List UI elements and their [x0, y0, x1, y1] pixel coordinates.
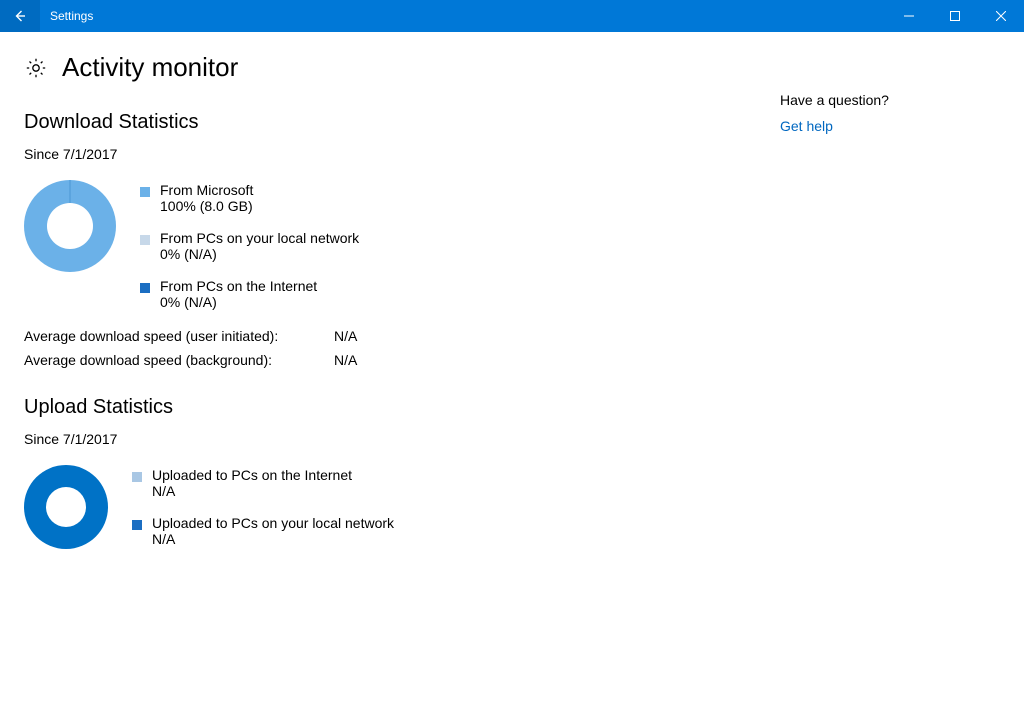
- legend-value: 0% (N/A): [160, 246, 359, 262]
- help-question: Have a question?: [780, 92, 1000, 108]
- help-sidebar: Have a question? Get help: [768, 52, 1000, 567]
- gear-icon: [24, 56, 48, 80]
- get-help-link[interactable]: Get help: [780, 118, 1000, 134]
- legend-item: Uploaded to PCs on your local network N/…: [132, 515, 394, 547]
- minimize-button[interactable]: [886, 0, 932, 32]
- speed-label: Average download speed (user initiated):: [24, 328, 334, 344]
- minimize-icon: [904, 11, 914, 21]
- download-donut-chart: [24, 180, 116, 272]
- legend-item: From PCs on the Internet 0% (N/A): [140, 278, 359, 310]
- legend-label: From PCs on your local network: [160, 230, 359, 246]
- download-heading: Download Statistics: [24, 111, 768, 134]
- legend-value: N/A: [152, 483, 352, 499]
- legend-item: From PCs on your local network 0% (N/A): [140, 230, 359, 262]
- legend-swatch: [140, 283, 150, 293]
- legend-swatch: [132, 520, 142, 530]
- page-title: Activity monitor: [62, 52, 238, 83]
- legend-label: From PCs on the Internet: [160, 278, 317, 294]
- download-since: Since 7/1/2017: [24, 146, 768, 162]
- legend-swatch: [132, 472, 142, 482]
- close-icon: [996, 11, 1006, 21]
- upload-since: Since 7/1/2017: [24, 431, 768, 447]
- maximize-icon: [950, 11, 960, 21]
- legend-value: 100% (8.0 GB): [160, 198, 253, 214]
- back-button[interactable]: [0, 0, 40, 32]
- speed-value: N/A: [334, 328, 357, 344]
- upload-heading: Upload Statistics: [24, 396, 768, 419]
- close-button[interactable]: [978, 0, 1024, 32]
- speed-row: Average download speed (background): N/A: [24, 352, 768, 368]
- main-content: Activity monitor Download Statistics Sin…: [24, 52, 768, 567]
- legend-value: N/A: [152, 531, 394, 547]
- upload-donut-chart: [24, 465, 108, 549]
- speed-row: Average download speed (user initiated):…: [24, 328, 768, 344]
- legend-swatch: [140, 187, 150, 197]
- speed-value: N/A: [334, 352, 357, 368]
- speed-label: Average download speed (background):: [24, 352, 334, 368]
- legend-swatch: [140, 235, 150, 245]
- legend-label: Uploaded to PCs on the Internet: [152, 467, 352, 483]
- maximize-button[interactable]: [932, 0, 978, 32]
- legend-label: From Microsoft: [160, 182, 253, 198]
- legend-item: From Microsoft 100% (8.0 GB): [140, 182, 359, 214]
- upload-legend: Uploaded to PCs on the Internet N/A Uplo…: [132, 465, 394, 547]
- window-titlebar: Settings: [0, 0, 1024, 32]
- legend-label: Uploaded to PCs on your local network: [152, 515, 394, 531]
- arrow-left-icon: [12, 8, 28, 24]
- legend-value: 0% (N/A): [160, 294, 317, 310]
- legend-item: Uploaded to PCs on the Internet N/A: [132, 467, 394, 499]
- download-speed-table: Average download speed (user initiated):…: [24, 328, 768, 368]
- titlebar-spacer: [93, 0, 886, 32]
- window-title: Settings: [40, 0, 93, 32]
- download-legend: From Microsoft 100% (8.0 GB) From PCs on…: [140, 180, 359, 310]
